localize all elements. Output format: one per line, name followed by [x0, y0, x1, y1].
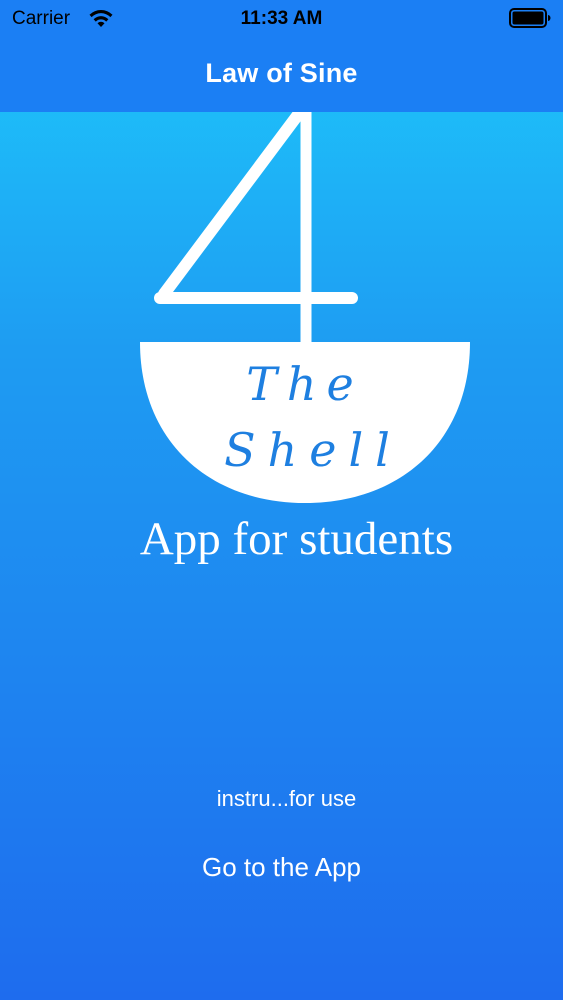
logo-text-the: The: [246, 357, 364, 411]
logo-text-shell: Shell: [224, 423, 402, 477]
battery-icon: [509, 8, 551, 28]
status-bar: Carrier 11:33 AM: [0, 0, 563, 38]
four-the-shell-logo: The Shell: [140, 112, 470, 503]
logo-number-four: [154, 112, 358, 344]
status-time: 11:33 AM: [240, 8, 323, 29]
instructions-button[interactable]: instru...for use: [0, 786, 563, 812]
go-to-app-button[interactable]: Go to the App: [0, 852, 563, 883]
navigation-bar: Carrier 11:33 AM Law of Sine: [0, 0, 563, 112]
tagline: App for students: [139, 513, 454, 565]
app-screen: Carrier 11:33 AM Law of Sine The Shell A…: [0, 0, 563, 1000]
page-title: Law of Sine: [205, 58, 358, 88]
